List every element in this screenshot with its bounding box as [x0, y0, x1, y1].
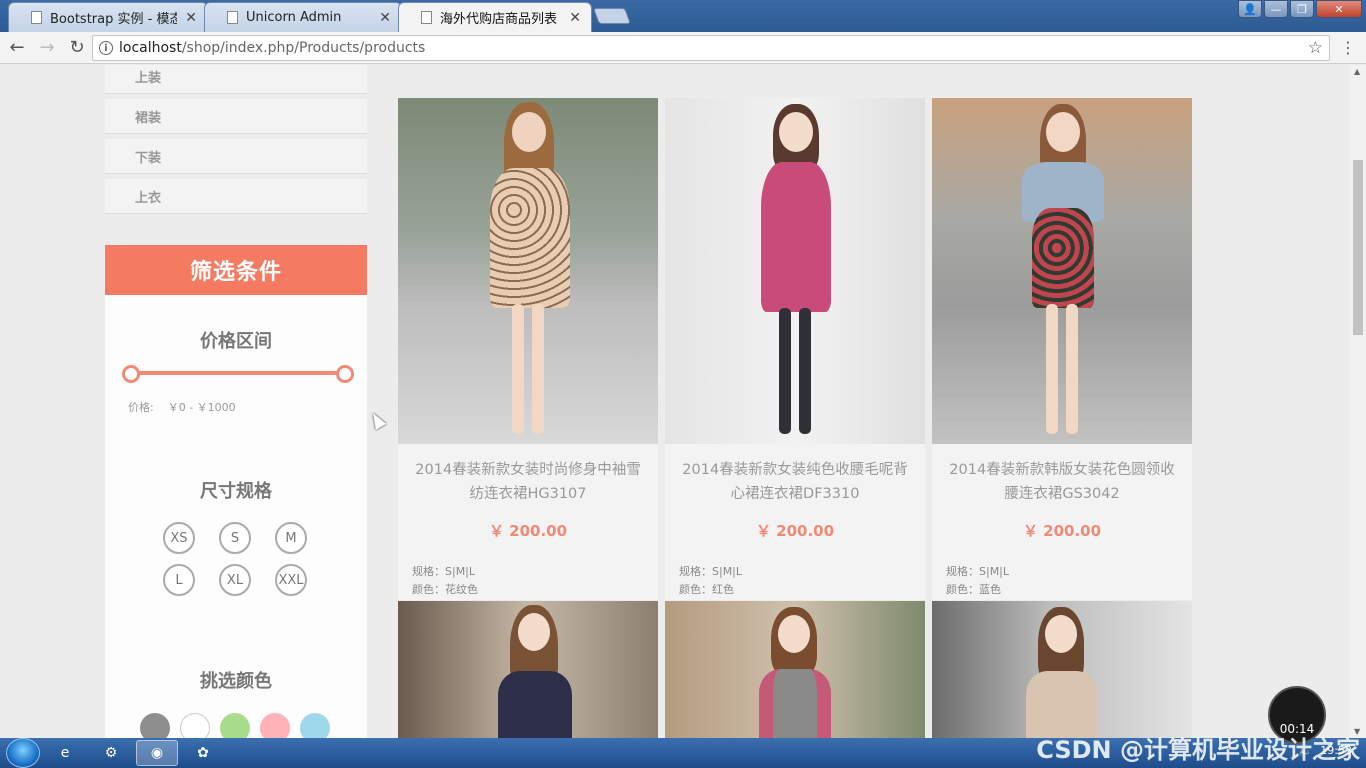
product-color-spec: 颜色：红色 [679, 583, 734, 596]
color-swatch-green[interactable] [220, 713, 250, 738]
app-taskbar-icon[interactable]: ✿ [182, 740, 224, 766]
address-bar[interactable]: i localhost /shop/index.php/Products/pro… [92, 35, 1330, 61]
close-tab-icon[interactable]: ✕ [379, 10, 391, 26]
product-price: ￥ 200.00 [488, 522, 568, 540]
network-taskbar-icon[interactable]: ⚙ [90, 740, 132, 766]
bookmark-star-icon[interactable]: ☆ [1308, 38, 1323, 58]
url-path: /shop/index.php/Products/products [181, 40, 426, 56]
color-options [140, 713, 330, 738]
color-swatch-pink[interactable] [260, 713, 290, 738]
filter-header: 筛选条件 [105, 245, 367, 295]
window-controls: 👤 — ❐ ✕ [1238, 0, 1362, 18]
menu-icon[interactable]: ⋮ [1340, 38, 1356, 57]
size-option-xs[interactable]: XS [163, 522, 195, 554]
tab-unicorn-admin[interactable]: Unicorn Admin ✕ [204, 2, 402, 32]
product-card[interactable] [932, 601, 1192, 738]
category-sidebar: 上装 裙装 下装 上衣 [105, 65, 367, 219]
ie-taskbar-icon[interactable]: e [44, 740, 86, 766]
product-card[interactable]: 2014春装新款女装纯色收腰毛呢背心裙连衣裙DF3310 ￥ 200.00 规格… [665, 98, 925, 600]
browser-toolbar: ← → ↻ i localhost /shop/index.php/Produc… [0, 32, 1366, 64]
page-icon [421, 11, 432, 24]
product-color-spec: 颜色：花纹色 [412, 583, 478, 596]
url-host: localhost [119, 40, 182, 56]
size-options: XS S M L XL XXL [163, 522, 313, 596]
price-slider-min-handle[interactable] [122, 365, 140, 383]
product-name[interactable]: 2014春装新款女装纯色收腰毛呢背心裙连衣裙DF3310 [677, 458, 913, 506]
vertical-scrollbar[interactable]: ▲ ▼ [1350, 65, 1366, 738]
product-card[interactable]: 2014春装新款韩版女装花色圆领收腰连衣裙GS3042 ￥ 200.00 规格：… [932, 98, 1192, 600]
info-icon[interactable]: i [99, 41, 113, 55]
model-figure [468, 98, 588, 444]
product-price: ￥ 200.00 [755, 522, 835, 540]
price-label: 价格: [128, 401, 154, 414]
model-figure [735, 98, 855, 444]
product-color-spec: 颜色：蓝色 [946, 583, 1001, 596]
product-size-spec: 规格：S|M|L [412, 565, 476, 578]
price-slider-track[interactable] [131, 371, 345, 375]
close-tab-icon[interactable]: ✕ [185, 10, 197, 26]
color-section-title: 挑选颜色 [200, 671, 272, 692]
product-image[interactable] [932, 98, 1192, 444]
size-option-xxl[interactable]: XXL [275, 564, 307, 596]
watermark-text: CSDN @计算机毕业设计之家 [1036, 736, 1360, 764]
size-section-title: 尺寸规格 [200, 481, 272, 502]
product-name[interactable]: 2014春装新款韩版女装花色圆领收腰连衣裙GS3042 [944, 458, 1180, 506]
browser-tab-bar: Bootstrap 实例 - 模态框 ✕ Unicorn Admin ✕ 海外代… [0, 0, 1366, 32]
reload-button[interactable]: ↻ [64, 35, 90, 61]
tab-title: Unicorn Admin [246, 10, 342, 25]
size-option-m[interactable]: M [275, 522, 307, 554]
page-content: 上装 裙装 下装 上衣 筛选条件 价格区间 价格: ￥0 - ￥1000 尺寸规格… [0, 65, 1350, 738]
price-slider-max-handle[interactable] [336, 365, 354, 383]
product-card[interactable] [665, 601, 925, 738]
scrollbar-thumb[interactable] [1353, 160, 1363, 335]
user-icon[interactable]: 👤 [1238, 0, 1262, 18]
page-icon [227, 11, 238, 24]
maximize-button[interactable]: ❐ [1290, 0, 1314, 18]
product-price: ￥ 200.00 [1022, 522, 1102, 540]
category-item-tops[interactable]: 上装 [105, 65, 367, 93]
category-item-bottoms[interactable]: 下装 [105, 139, 367, 173]
close-tab-icon[interactable]: ✕ [569, 10, 581, 26]
product-size-spec: 规格：S|M|L [679, 565, 743, 578]
product-name[interactable]: 2014春装新款女装时尚修身中袖雪纺连衣裙HG3107 [410, 458, 646, 506]
category-item-shirts[interactable]: 上衣 [105, 179, 367, 213]
price-section-title: 价格区间 [200, 331, 272, 352]
product-image[interactable] [665, 98, 925, 444]
price-readout: 价格: ￥0 - ￥1000 [128, 399, 236, 415]
product-card[interactable] [398, 601, 658, 738]
product-image[interactable] [398, 98, 658, 444]
tab-product-list[interactable]: 海外代购店商品列表 ✕ [398, 2, 592, 32]
scroll-up-icon[interactable]: ▲ [1354, 67, 1360, 76]
size-option-xl[interactable]: XL [219, 564, 251, 596]
product-size-spec: 规格：S|M|L [946, 565, 1010, 578]
back-button[interactable]: ← [4, 35, 30, 61]
forward-button[interactable]: → [34, 35, 60, 61]
minimize-button[interactable]: — [1264, 0, 1288, 18]
chrome-taskbar-icon[interactable]: ◉ [136, 740, 178, 766]
price-range-value: ￥0 - ￥1000 [167, 401, 236, 414]
tab-title: 海外代购店商品列表 [440, 12, 558, 27]
filter-panel: 筛选条件 价格区间 价格: ￥0 - ￥1000 尺寸规格 XS S M L XL… [105, 245, 367, 738]
new-tab-button[interactable] [593, 8, 631, 24]
size-option-s[interactable]: S [219, 522, 251, 554]
color-swatch-white[interactable] [180, 713, 210, 738]
product-image[interactable] [932, 601, 1192, 738]
product-image[interactable] [398, 601, 658, 738]
model-figure [1002, 98, 1122, 444]
product-card[interactable]: 2014春装新款女装时尚修身中袖雪纺连衣裙HG3107 ￥ 200.00 规格：… [398, 98, 658, 600]
size-option-l[interactable]: L [163, 564, 195, 596]
tab-bootstrap[interactable]: Bootstrap 实例 - 模态框 ✕ [8, 2, 208, 32]
tab-title: Bootstrap 实例 - 模态框 [50, 12, 178, 27]
color-swatch-gray[interactable] [140, 713, 170, 738]
category-item-skirts[interactable]: 裙装 [105, 99, 367, 133]
color-swatch-blue[interactable] [300, 713, 330, 738]
product-image[interactable] [665, 601, 925, 738]
page-icon [31, 11, 42, 24]
close-window-button[interactable]: ✕ [1316, 0, 1362, 18]
start-button[interactable] [6, 738, 40, 768]
